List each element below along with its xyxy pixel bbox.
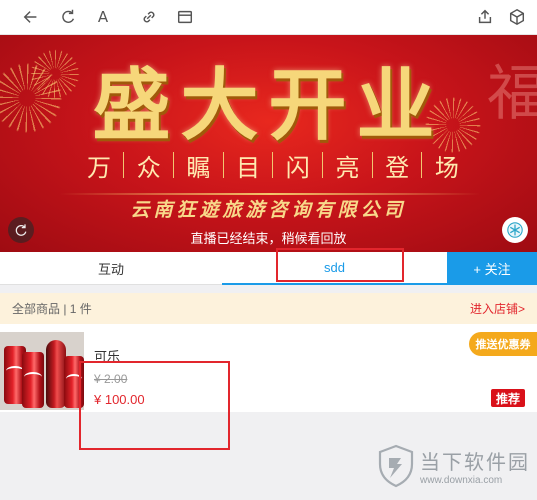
follow-button-label: + 关注 — [473, 262, 511, 277]
slogan-divider — [173, 152, 175, 178]
live-banner[interactable]: 福 盛大开业 万 众 瞩 目 闪 亮 登 场 云南狂遊旅游咨询有限公司 直播已经… — [0, 35, 537, 252]
watermark-title: 当下软件园 — [420, 452, 530, 474]
slogan-divider — [371, 152, 373, 178]
text-format-icon[interactable]: A — [92, 6, 114, 28]
product-image — [0, 332, 84, 410]
push-coupon-button[interactable]: 推送优惠券 — [469, 332, 537, 356]
live-status-text: 直播已经结束，稍候看回放 — [190, 231, 347, 246]
follow-button[interactable]: + 关注 — [447, 252, 537, 285]
top-toolbar: A — [0, 0, 537, 35]
slogan-divider — [123, 152, 125, 178]
product-count: 全部商品 | 1 件 — [12, 302, 92, 316]
slogan-char: 闪 — [285, 153, 310, 182]
cube-icon[interactable] — [506, 6, 528, 28]
slogan-char: 登 — [385, 153, 410, 182]
highlight-box-price — [79, 361, 230, 450]
cola-can-shape — [22, 352, 44, 408]
slogan-char: 场 — [434, 153, 459, 182]
recommend-badge[interactable]: 推荐 — [491, 389, 525, 407]
slogan-char: 万 — [87, 153, 111, 182]
share-icon[interactable] — [474, 6, 496, 28]
back-arrow-icon[interactable] — [20, 6, 42, 28]
window-icon[interactable] — [174, 6, 196, 28]
page: A 福 盛大开业 万 众 瞩 目 闪 亮 登 场 云南狂遊旅游咨询有限公司 直播… — [0, 0, 537, 500]
shield-logo-icon — [378, 444, 414, 488]
slogan-char: 瞩 — [186, 153, 211, 182]
enter-shop-link[interactable]: 进入店铺> — [470, 300, 525, 317]
live-badge-button[interactable] — [502, 217, 528, 243]
watermark-url: www.downxia.com — [420, 475, 503, 486]
tab-bar: 互动 sdd + 关注 — [0, 252, 537, 285]
cola-bottle-shape — [46, 340, 66, 408]
replay-refresh-button[interactable] — [8, 217, 34, 243]
slogan-divider — [421, 152, 423, 178]
slogan-divider — [222, 152, 224, 178]
snowflake-logo-icon — [507, 222, 523, 238]
site-watermark: 当下软件园 www.downxia.com — [376, 438, 536, 494]
slogan-char: 亮 — [335, 153, 360, 182]
tab-interact-label: 互动 — [97, 262, 124, 277]
text-format-label: A — [97, 8, 109, 26]
highlight-box-tab — [276, 248, 404, 282]
banner-title: 盛大开业 — [92, 60, 445, 151]
link-icon[interactable] — [138, 6, 160, 28]
slogan-divider — [272, 152, 274, 178]
slogan-char: 目 — [236, 153, 261, 182]
refresh-icon — [15, 224, 27, 236]
slogan-char: 众 — [136, 153, 161, 182]
tab-interact[interactable]: 互动 — [0, 252, 222, 285]
slogan-divider — [322, 152, 324, 178]
banner-slogan: 万 众 瞩 目 闪 亮 登 场 — [87, 147, 459, 183]
shop-bar: 全部商品 | 1 件 进入店铺> — [0, 293, 537, 324]
company-name: 云南狂遊旅游咨询有限公司 — [130, 199, 407, 221]
refresh-icon[interactable] — [57, 6, 79, 28]
